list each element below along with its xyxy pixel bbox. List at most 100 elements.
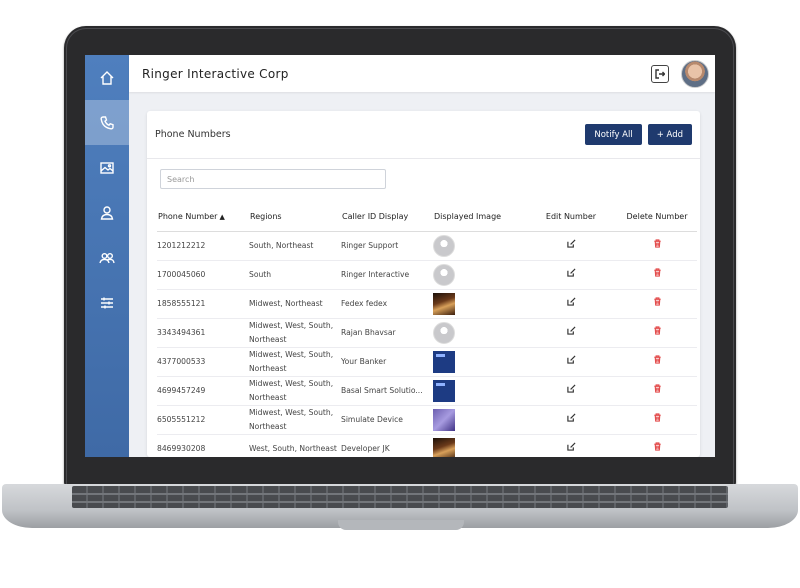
edit-icon (566, 355, 576, 364)
caller-id-cell: Ringer Interactive (341, 260, 433, 290)
regions-cell: West, South, Northeast (249, 434, 341, 457)
sidebar-item-images[interactable] (85, 145, 129, 190)
sidebar-item-phone[interactable] (85, 100, 129, 145)
trash-icon (653, 355, 661, 364)
displayed-image-cell (433, 231, 525, 261)
displayed-image-cell (433, 289, 525, 319)
table-row: 6505551212 Midwest, West, South, Northeas… (157, 405, 697, 435)
delete-number-button[interactable] (617, 289, 697, 319)
edit-number-button[interactable] (525, 318, 617, 348)
displayed-image-cell (433, 376, 525, 406)
app-screen: Ringer Interactive Corp Phone Numbers No… (85, 55, 715, 457)
edit-icon (566, 384, 576, 393)
table-row: 4699457249 Midwest, West, South, Northeas… (157, 376, 697, 406)
regions-cell: South, Northeast (249, 231, 341, 261)
notify-all-button[interactable]: Notify All (585, 124, 642, 145)
column-header-phone[interactable]: Phone Number ▲ (157, 201, 249, 232)
delete-number-button[interactable] (617, 318, 697, 348)
trash-icon (653, 442, 661, 451)
edit-number-button[interactable] (525, 434, 617, 457)
column-header-caller-id: Caller ID Display (341, 201, 433, 232)
trash-icon (653, 326, 661, 335)
users-icon (99, 252, 115, 263)
displayed-image-thumbnail (433, 322, 455, 344)
trash-icon (653, 413, 661, 422)
edit-number-button[interactable] (525, 405, 617, 435)
table-header-row: Phone Number ▲ Regions Caller ID Display … (157, 201, 697, 232)
image-icon (100, 161, 114, 174)
caller-id-cell: Fedex fedex (341, 289, 433, 319)
phone-number-cell: 1201212212 (157, 231, 249, 261)
logout-button[interactable] (651, 64, 669, 83)
logout-icon (655, 68, 665, 79)
displayed-image-cell (433, 405, 525, 435)
caller-id-cell: Your Banker (341, 347, 433, 377)
delete-number-button[interactable] (617, 376, 697, 406)
delete-number-button[interactable] (617, 405, 697, 435)
regions-cell: Midwest, Northeast (249, 289, 341, 319)
edit-number-button[interactable] (525, 260, 617, 290)
caller-id-cell: Developer JK (341, 434, 433, 457)
sort-asc-icon: ▲ (219, 212, 225, 221)
phone-icon (100, 115, 114, 130)
edit-number-button[interactable] (525, 231, 617, 261)
caller-id-cell: Rajan Bhavsar (341, 318, 433, 348)
laptop-keyboard (72, 486, 728, 508)
edit-number-button[interactable] (525, 289, 617, 319)
phone-number-cell: 6505551212 (157, 405, 249, 435)
edit-number-button[interactable] (525, 376, 617, 406)
delete-number-button[interactable] (617, 347, 697, 377)
phone-number-cell: 1858555121 (157, 289, 249, 319)
edit-icon (566, 326, 576, 335)
sliders-icon (101, 297, 113, 308)
edit-icon (566, 297, 576, 306)
trash-icon (653, 297, 661, 306)
displayed-image-thumbnail (433, 264, 455, 286)
displayed-image-thumbnail (433, 235, 455, 257)
displayed-image-thumbnail (433, 380, 455, 402)
sidebar-item-users[interactable] (85, 235, 129, 280)
displayed-image-cell (433, 434, 525, 457)
table-row: 1700045060 South Ringer Interactive (157, 260, 697, 290)
phone-number-cell: 4377000533 (157, 347, 249, 377)
top-header: Ringer Interactive Corp (129, 55, 715, 92)
table-row: 1201212212 South, Northeast Ringer Support (157, 231, 697, 261)
phone-number-cell: 4699457249 (157, 376, 249, 406)
phone-numbers-card: Phone Numbers Notify All + Add Search Ph… (147, 111, 700, 457)
edit-number-button[interactable] (525, 347, 617, 377)
edit-icon (566, 239, 576, 248)
page-title: Phone Numbers (155, 129, 231, 140)
displayed-image-thumbnail (433, 409, 455, 431)
phone-numbers-table: Phone Number ▲ Regions Caller ID Display … (157, 201, 697, 457)
delete-number-button[interactable] (617, 231, 697, 261)
caller-id-cell: Ringer Support (341, 231, 433, 261)
column-header-edit: Edit Number (525, 201, 617, 232)
avatar[interactable] (681, 59, 709, 88)
edit-icon (566, 413, 576, 422)
table-row: 4377000533 Midwest, West, South, Northeas… (157, 347, 697, 377)
displayed-image-thumbnail (433, 293, 455, 315)
app-title: Ringer Interactive Corp (142, 66, 289, 81)
delete-number-button[interactable] (617, 434, 697, 457)
sidebar (85, 55, 129, 457)
displayed-image-cell (433, 318, 525, 348)
laptop-notch (338, 520, 464, 530)
regions-cell: Midwest, West, South, Northeast (249, 376, 341, 406)
column-header-image: Displayed Image (433, 201, 525, 232)
phone-number-cell: 3343494361 (157, 318, 249, 348)
displayed-image-thumbnail (433, 438, 455, 457)
sidebar-item-home[interactable] (85, 55, 129, 100)
regions-cell: Midwest, West, South, Northeast (249, 318, 341, 348)
search-input[interactable]: Search (160, 169, 386, 189)
displayed-image-cell (433, 260, 525, 290)
sidebar-item-user[interactable] (85, 190, 129, 235)
displayed-image-thumbnail (433, 351, 455, 373)
edit-icon (566, 442, 576, 451)
regions-cell: South (249, 260, 341, 290)
trash-icon (653, 268, 661, 277)
add-button[interactable]: + Add (647, 124, 692, 145)
delete-number-button[interactable] (617, 260, 697, 290)
sidebar-item-settings[interactable] (85, 280, 129, 325)
user-icon (100, 205, 114, 220)
phone-number-cell: 8469930208 (157, 434, 249, 457)
